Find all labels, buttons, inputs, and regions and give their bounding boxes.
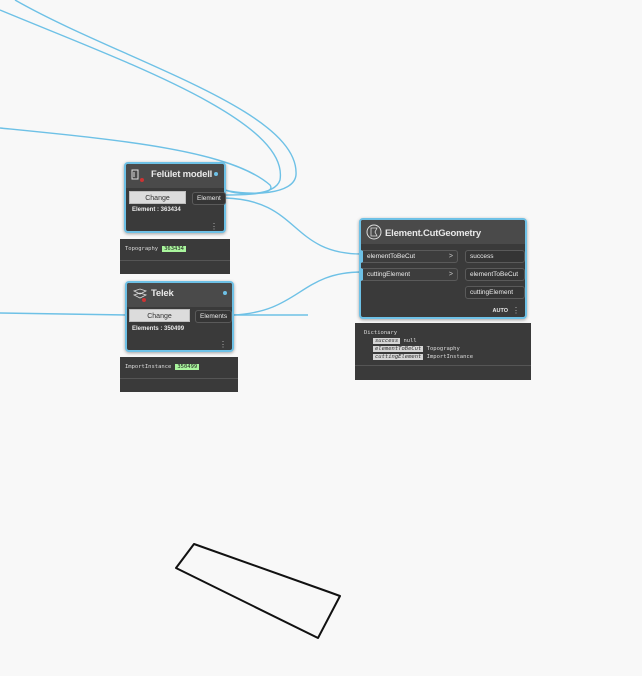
node-title: Element.CutGeometry [385,228,481,239]
node-element-cutgeometry[interactable]: Element.CutGeometry elementToBeCut > cut… [359,218,527,319]
dictionary-value: ImportInstance [426,354,474,360]
dictionary-key: success [373,338,401,344]
dictionary-row: elementToBeCut Topography [373,346,460,352]
preview-cutgeometry: Dictionary success null elementToBeCut T… [355,323,531,380]
node-telek[interactable]: Telek Change Elements Elements : 350499 … [125,281,234,352]
preview-telek: ImportInstance 350499 [120,357,238,392]
geometry-preview-shape [175,543,341,639]
preview-row: ImportInstance 350499 [125,364,200,370]
dictionary-value: null [403,338,417,344]
input-port-elementtobecut[interactable]: elementToBeCut > [361,250,458,263]
output-port-elements[interactable]: Elements [195,310,232,323]
preview-type: ImportInstance [125,364,172,370]
node-header[interactable]: Felület modell [126,164,224,188]
dictionary-row: cuttingElement ImportInstance [373,354,473,360]
dictionary-value: Topography [426,346,460,352]
status-dot [223,291,227,295]
selection-status: Element : 363434 [132,207,181,213]
element-selector-icon [131,169,144,182]
preview-row: Topography 363434 [125,246,186,252]
node-felulet-modell[interactable]: Felület modell Change Element Element : … [124,162,226,233]
output-port-cuttingelement[interactable]: cuttingElement [465,286,525,299]
dictionary-row: success null [373,338,417,344]
preview-type: Topography [125,246,159,252]
lacing-label[interactable]: AUTO [493,308,508,314]
selection-status: Elements : 350499 [132,326,185,332]
cut-geometry-icon [366,224,382,240]
output-port-elementtobecut[interactable]: elementToBeCut [465,268,525,281]
status-dot [214,172,218,176]
chevron-right-icon: > [448,271,453,278]
more-options-icon[interactable]: ⋮ [219,341,227,349]
more-options-icon[interactable]: ⋮ [512,307,520,315]
node-header[interactable]: Element.CutGeometry [361,220,525,244]
output-port-success[interactable]: success [465,250,525,263]
change-button[interactable]: Change [129,309,190,322]
dictionary-header: Dictionary [364,330,398,336]
dictionary-key: elementToBeCut [373,346,424,352]
node-title: Telek [151,288,174,299]
input-port-cuttingelement[interactable]: cuttingElement > [361,268,458,281]
preview-divider [120,378,238,379]
preview-divider [120,260,230,261]
dictionary-key: cuttingElement [373,354,424,360]
node-header[interactable]: Telek [127,283,232,307]
output-port-element[interactable]: Element [192,192,226,205]
chevron-right-icon: > [448,253,453,260]
preview-value: 350499 [175,364,200,370]
node-title: Felület modell [151,169,213,180]
more-options-icon[interactable]: ⋮ [210,223,218,231]
element-selector-icon [132,288,148,302]
port-label: elementToBeCut [367,253,416,260]
port-label: cuttingElement [367,271,410,278]
preview-divider [355,365,531,366]
preview-felulet: Topography 363434 [120,239,230,274]
preview-value: 363434 [162,246,186,252]
change-button[interactable]: Change [129,191,186,204]
